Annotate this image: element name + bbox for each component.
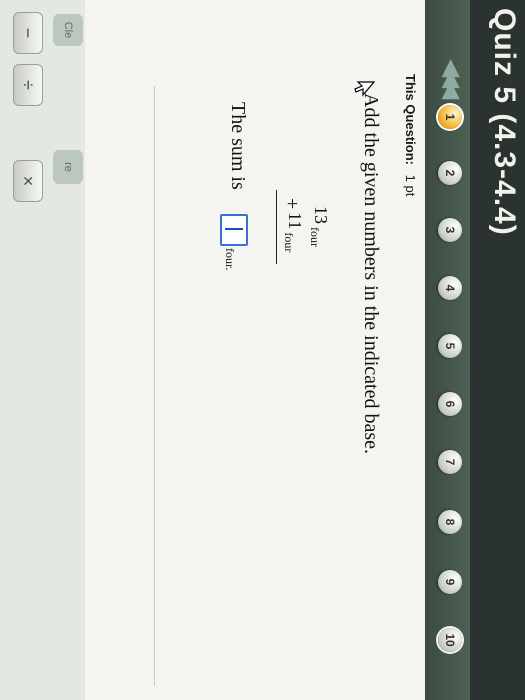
side-button-top[interactable]: Cle	[53, 14, 83, 46]
previous-arrows-icon[interactable]: ◀◀ ◀	[439, 60, 465, 93]
question-panel: This Question: 1 pt Add the given number…	[85, 0, 425, 700]
divide-button[interactable]: ÷	[13, 64, 43, 106]
question-button-1[interactable]: 1	[438, 105, 462, 129]
addend-1-base: four	[308, 227, 322, 247]
addend-2: 11 four	[282, 212, 305, 253]
top-header: Quiz 5 (4.3-4.4)	[470, 0, 525, 700]
addend-1-value: 13	[311, 206, 331, 224]
question-button-5[interactable]: 5	[438, 334, 462, 358]
times-button[interactable]: ×	[13, 160, 43, 202]
addend-2-value: 11	[285, 212, 305, 230]
mouse-pointer-icon	[354, 81, 375, 97]
question-instruction: Add the given numbers in the indicated b…	[360, 93, 382, 455]
question-points: 1 pt	[403, 174, 418, 197]
panel-divider	[154, 86, 155, 686]
minus-button[interactable]: −	[13, 12, 43, 54]
sum-label: The sum is	[227, 102, 249, 190]
question-button-8[interactable]: 8	[438, 510, 462, 534]
answer-base-label: four.	[223, 248, 237, 271]
answer-input[interactable]	[220, 214, 248, 246]
side-button-bottom[interactable]: re	[53, 150, 83, 184]
question-button-4[interactable]: 4	[438, 276, 462, 300]
rotated-screen: Quiz 5 (4.3-4.4) ◀◀ ◀ 1 2 3 4 5 6 7 8 9 …	[0, 0, 525, 700]
addend-2-base: four	[282, 232, 296, 253]
question-header: This Question: 1 pt	[403, 74, 418, 196]
question-button-6[interactable]: 6	[438, 392, 462, 416]
text-caret	[225, 228, 243, 230]
math-tools-bar: Cle − ÷ × re	[0, 0, 85, 700]
addend-1: 13 four	[308, 206, 331, 247]
question-button-7[interactable]: 7	[438, 450, 462, 474]
question-button-2[interactable]: 2	[438, 161, 462, 185]
question-button-10[interactable]: 10	[438, 628, 462, 652]
quiz-title: Quiz 5 (4.3-4.4)	[488, 8, 521, 236]
question-header-label: This Question:	[403, 74, 418, 165]
plus-operator: +	[281, 198, 303, 210]
question-nav-bar: ◀◀ ◀ 1 2 3 4 5 6 7 8 9 10	[425, 0, 470, 700]
question-button-9[interactable]: 9	[438, 570, 462, 594]
question-button-3[interactable]: 3	[438, 218, 462, 242]
sum-line	[276, 190, 277, 264]
